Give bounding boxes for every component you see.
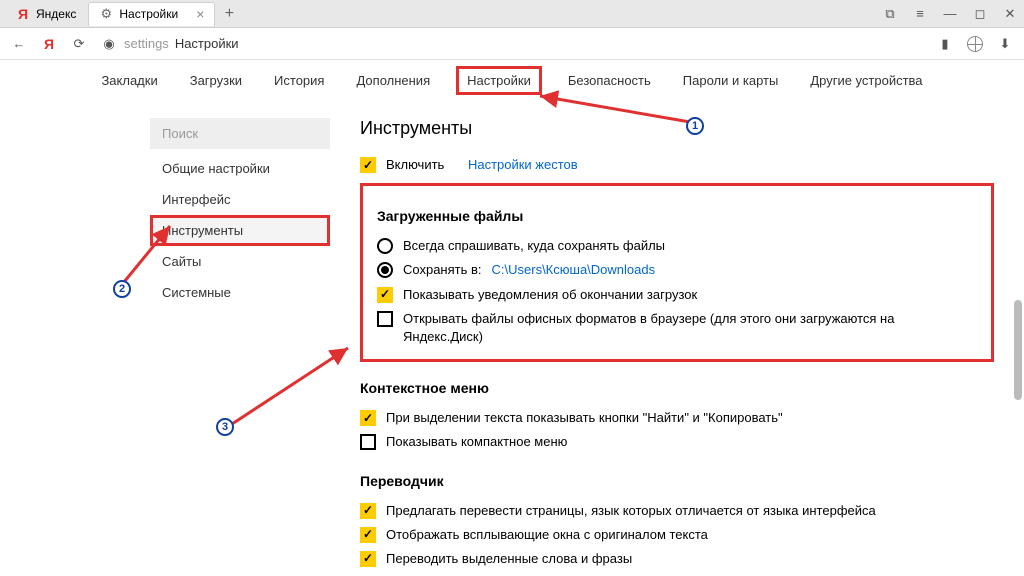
sidebar-search[interactable]: Поиск xyxy=(150,118,330,149)
address-page: Настройки xyxy=(175,36,239,51)
titlebar: Я Яндекс ⚙ Настройки × + ⧉ ≡ — ◻ ✕ xyxy=(0,0,1024,28)
notify-label: Показывать уведомления об окончании загр… xyxy=(403,286,697,304)
topnav-downloads[interactable]: Загрузки xyxy=(184,69,248,92)
office-label: Открывать файлы офисных форматов в брауз… xyxy=(403,310,977,346)
save-to-path-link[interactable]: C:\Users\Ксюша\Downloads xyxy=(492,261,656,279)
yandex-logo-icon: Я xyxy=(16,7,30,21)
gesture-settings-link[interactable]: Настройки жестов xyxy=(468,156,578,174)
tab-label: Яндекс xyxy=(36,7,76,21)
main-area: Поиск Общие настройки Интерфейс Инструме… xyxy=(0,100,1024,576)
sidebar-item-system[interactable]: Системные xyxy=(150,277,330,308)
back-icon[interactable]: ← xyxy=(10,35,28,53)
topnav-bookmarks[interactable]: Закладки xyxy=(95,69,163,92)
sidebar-item-sites[interactable]: Сайты xyxy=(150,246,330,277)
offer-translate-label: Предлагать перевести страницы, язык кото… xyxy=(386,502,876,520)
annotation-marker-2: 2 xyxy=(113,280,131,298)
translate-selection-checkbox[interactable] xyxy=(360,551,376,567)
settings-topnav: Закладки Загрузки История Дополнения Нас… xyxy=(0,60,1024,100)
gear-icon: ⚙ xyxy=(99,7,113,21)
extensions-icon[interactable] xyxy=(966,35,984,53)
address-field[interactable]: ◉ settings Настройки xyxy=(100,35,924,53)
office-checkbox[interactable] xyxy=(377,311,393,327)
tools-title: Инструменты xyxy=(360,118,994,139)
notify-checkbox[interactable] xyxy=(377,287,393,303)
sidebar: Поиск Общие настройки Интерфейс Инструме… xyxy=(150,110,330,576)
yandex-home-icon[interactable]: Я xyxy=(40,35,58,53)
findcopy-label: При выделении текста показывать кнопки "… xyxy=(386,409,783,427)
enable-checkbox[interactable] xyxy=(360,157,376,173)
popup-original-label: Отображать всплывающие окна с оригиналом… xyxy=(386,526,708,544)
bookmark-icon[interactable]: ▮ xyxy=(936,35,954,53)
radio-save-to[interactable] xyxy=(377,262,393,278)
translate-selection-label: Переводить выделенные слова и фразы xyxy=(386,550,632,568)
topnav-security[interactable]: Безопасность xyxy=(562,69,657,92)
menu-icon[interactable]: ≡ xyxy=(912,6,928,22)
panel-icon[interactable]: ⧉ xyxy=(882,6,898,22)
close-tab-icon[interactable]: × xyxy=(196,6,204,22)
context-title: Контекстное меню xyxy=(360,380,994,396)
compact-label: Показывать компактное меню xyxy=(386,433,567,451)
close-window-icon[interactable]: ✕ xyxy=(1002,6,1018,22)
topnav-passwords[interactable]: Пароли и карты xyxy=(677,69,785,92)
annotation-marker-1: 1 xyxy=(686,117,704,135)
download-icon[interactable]: ⬇ xyxy=(996,35,1014,53)
window-controls: ⧉ ≡ — ◻ ✕ xyxy=(882,6,1018,22)
findcopy-checkbox[interactable] xyxy=(360,410,376,426)
maximize-icon[interactable]: ◻ xyxy=(972,6,988,22)
downloads-title: Загруженные файлы xyxy=(377,208,977,224)
popup-original-checkbox[interactable] xyxy=(360,527,376,543)
save-to-label: Сохранять в: xyxy=(403,261,482,279)
annotation-marker-3: 3 xyxy=(216,418,234,436)
radio-always-ask[interactable] xyxy=(377,238,393,254)
topnav-settings[interactable]: Настройки xyxy=(456,66,542,95)
sidebar-item-tools[interactable]: Инструменты xyxy=(150,215,330,246)
always-ask-label: Всегда спрашивать, куда сохранять файлы xyxy=(403,237,665,255)
content-area: Инструменты Включить Настройки жестов За… xyxy=(330,110,1024,576)
reload-icon[interactable]: ⟳ xyxy=(70,35,88,53)
minimize-icon[interactable]: — xyxy=(942,6,958,22)
offer-translate-checkbox[interactable] xyxy=(360,503,376,519)
scrollbar-thumb[interactable] xyxy=(1014,300,1022,400)
address-prefix: settings xyxy=(124,36,169,51)
translator-title: Переводчик xyxy=(360,473,994,489)
lock-icon: ◉ xyxy=(100,35,118,53)
topnav-addons[interactable]: Дополнения xyxy=(350,69,436,92)
sidebar-item-general[interactable]: Общие настройки xyxy=(150,153,330,184)
compact-checkbox[interactable] xyxy=(360,434,376,450)
topnav-devices[interactable]: Другие устройства xyxy=(804,69,928,92)
address-bar: ← Я ⟳ ◉ settings Настройки ▮ ⬇ xyxy=(0,28,1024,60)
tab-settings[interactable]: ⚙ Настройки × xyxy=(88,2,215,26)
downloads-section: Загруженные файлы Всегда спрашивать, куд… xyxy=(360,183,994,362)
new-tab-button[interactable]: + xyxy=(217,5,241,23)
tab-yandex[interactable]: Я Яндекс xyxy=(6,2,86,26)
topnav-history[interactable]: История xyxy=(268,69,330,92)
sidebar-item-interface[interactable]: Интерфейс xyxy=(150,184,330,215)
enable-label: Включить xyxy=(386,156,444,174)
tab-label: Настройки xyxy=(119,7,178,21)
